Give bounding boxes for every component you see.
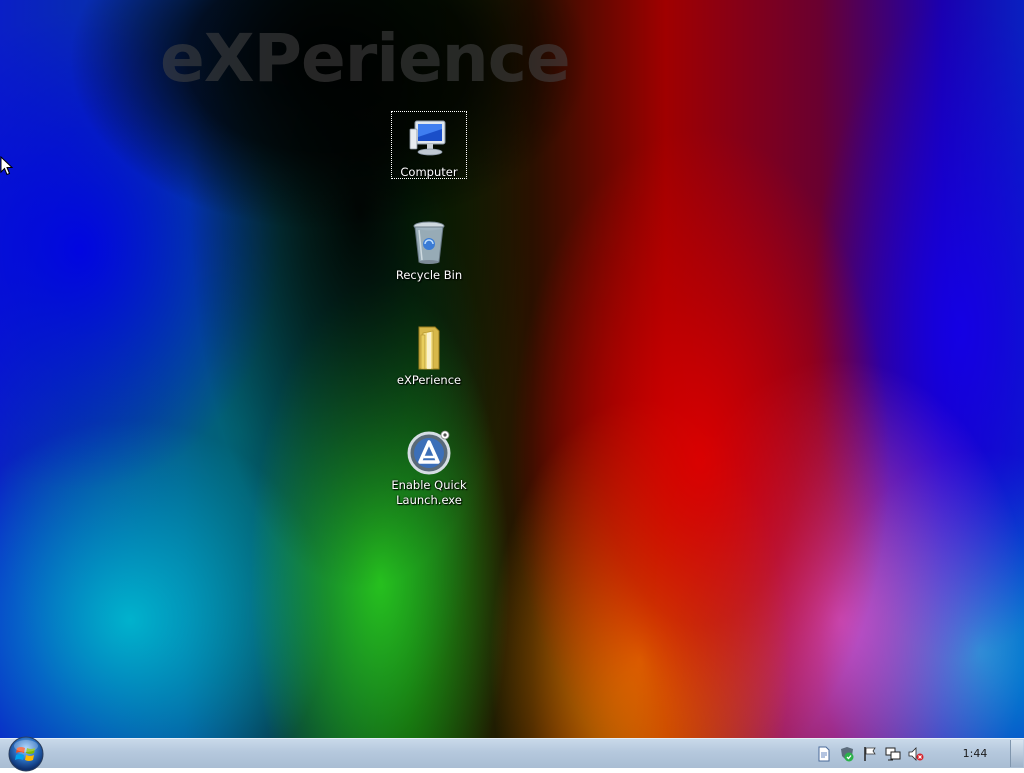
- taskbar-clock[interactable]: 1:44: [950, 739, 1000, 768]
- document-icon[interactable]: [816, 746, 832, 762]
- computer-icon: [409, 120, 446, 156]
- desktop-icon-enable-quick-launch[interactable]: Enable Quick Launch.exe: [391, 424, 467, 510]
- system-tray: [816, 739, 924, 768]
- desktop[interactable]: eXPerience Computer Recycle Bin eXPerien…: [0, 0, 1024, 738]
- desktop-icon-label: Enable Quick Launch.exe: [391, 478, 467, 507]
- start-button[interactable]: [7, 735, 45, 773]
- desktop-icon-experience-folder[interactable]: eXPerience: [391, 319, 467, 390]
- desktop-watermark: eXPerience: [160, 20, 571, 97]
- app-a-icon: [407, 430, 451, 475]
- folder-icon: [418, 326, 440, 370]
- taskbar: 1:44: [0, 736, 1024, 772]
- mouse-cursor-icon: [0, 156, 14, 176]
- volume-muted-icon[interactable]: [908, 746, 924, 762]
- desktop-icon-label: Computer: [400, 165, 458, 179]
- action-center-flag-icon[interactable]: [862, 746, 878, 762]
- show-desktop-button[interactable]: [1010, 740, 1023, 767]
- desktop-icon-label: eXPerience: [396, 373, 462, 387]
- security-shield-icon[interactable]: [839, 746, 855, 762]
- recycle-bin-icon: [413, 221, 445, 264]
- network-icon[interactable]: [885, 746, 901, 762]
- desktop-icon-label: Recycle Bin: [395, 268, 463, 282]
- desktop-icon-computer[interactable]: Computer: [391, 111, 467, 179]
- desktop-icon-recycle-bin[interactable]: Recycle Bin: [391, 214, 467, 285]
